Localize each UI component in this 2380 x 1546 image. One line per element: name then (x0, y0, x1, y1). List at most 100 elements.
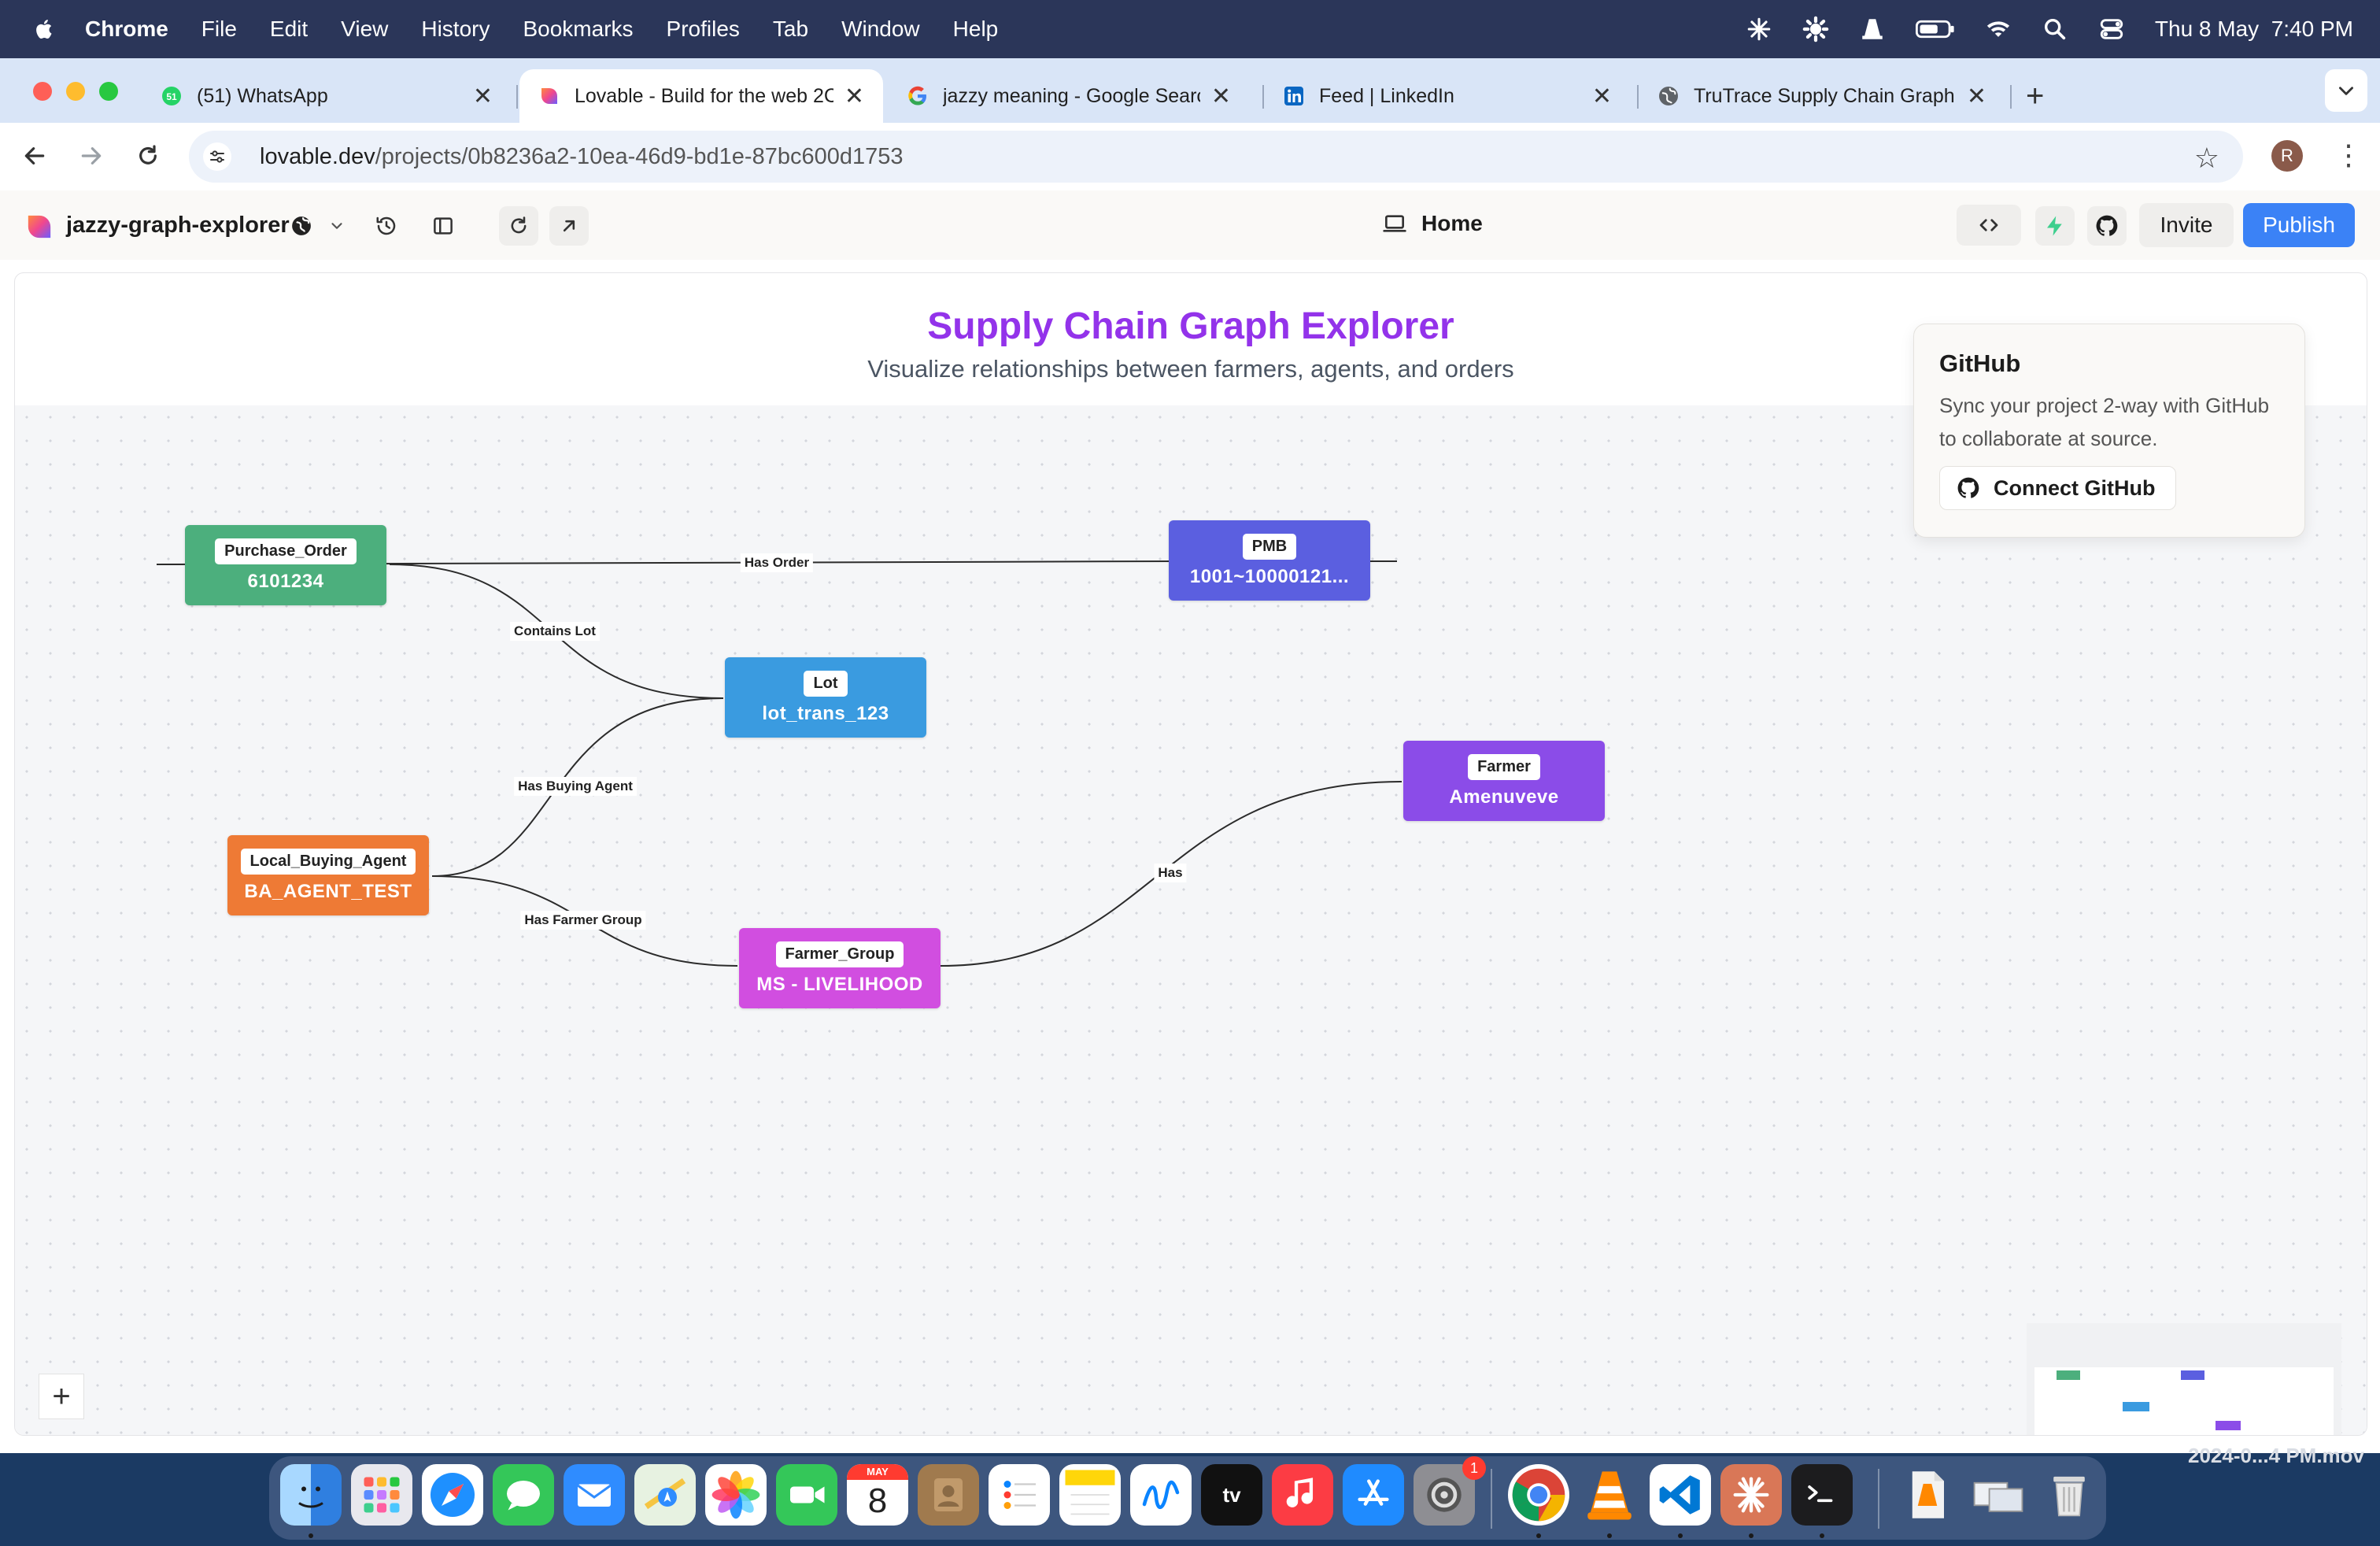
facetime-icon[interactable] (776, 1464, 837, 1526)
github-button[interactable] (2087, 206, 2127, 246)
connect-github-button[interactable]: Connect GitHub (1939, 466, 2177, 510)
terminal-icon[interactable] (1791, 1464, 1853, 1526)
lovable-logo-icon[interactable] (25, 213, 54, 241)
tab-google-search[interactable]: jazzy meaning - Google Searc ✕ (888, 69, 1250, 123)
menu-view[interactable]: View (341, 17, 388, 42)
open-in-new-tab-button[interactable] (549, 206, 589, 246)
launchpad-icon[interactable] (351, 1464, 412, 1526)
graph-canvas[interactable]: Has Order Contains Lot Has Buying Agent … (15, 405, 2367, 1435)
profile-avatar[interactable]: R (2271, 140, 2303, 172)
back-button[interactable] (19, 140, 50, 172)
node-local-buying-agent[interactable]: Local_Buying_Agent BA_AGENT_TEST (227, 835, 429, 915)
tab-trutrace[interactable]: TruTrace Supply Chain Graph ✕ (1639, 69, 2005, 123)
sidebar-toggle-icon[interactable] (423, 206, 463, 246)
minimap-viewport (2034, 1367, 2334, 1435)
safari-icon[interactable] (422, 1464, 483, 1526)
messages-icon[interactable] (493, 1464, 554, 1526)
wifi-icon[interactable] (1985, 16, 2012, 43)
control-center-icon[interactable] (2098, 16, 2125, 43)
publish-button[interactable]: Publish (2243, 203, 2355, 247)
invite-button[interactable]: Invite (2139, 203, 2234, 247)
close-tab-icon[interactable]: ✕ (473, 83, 493, 110)
photos-icon[interactable] (705, 1464, 767, 1526)
tab-search-button[interactable] (2325, 69, 2367, 112)
freeform-icon[interactable] (1130, 1464, 1192, 1526)
history-icon[interactable] (367, 206, 406, 246)
notes-icon[interactable] (1059, 1464, 1121, 1526)
bookmark-star-icon[interactable]: ☆ (2194, 142, 2219, 175)
zoom-in-button[interactable]: + (39, 1374, 84, 1419)
menu-window[interactable]: Window (841, 17, 920, 42)
code-view-button[interactable] (1957, 205, 2021, 246)
new-tab-button[interactable]: + (2026, 79, 2044, 114)
menu-history[interactable]: History (421, 17, 490, 42)
window-controls (33, 82, 118, 101)
tab-lovable[interactable]: Lovable - Build for the web 2C ✕ (519, 69, 883, 123)
menu-edit[interactable]: Edit (270, 17, 308, 42)
music-icon[interactable] (1272, 1464, 1333, 1526)
zoom-window-button[interactable] (99, 82, 118, 101)
url-text[interactable]: lovable.dev/projects/0b8236a2-10ea-46d9-… (260, 144, 904, 170)
graph-minimap[interactable] (2027, 1323, 2341, 1435)
menu-help[interactable]: Help (953, 17, 999, 42)
refresh-preview-button[interactable] (499, 206, 538, 246)
chrome-icon[interactable] (1508, 1464, 1569, 1526)
node-type-badge: Farmer (1468, 753, 1540, 780)
tab-linkedin[interactable]: Feed | LinkedIn ✕ (1264, 69, 1631, 123)
menu-app-name[interactable]: Chrome (85, 17, 168, 42)
apple-tv-icon[interactable]: tv (1201, 1464, 1262, 1526)
screenshots-stack-icon[interactable] (1968, 1464, 2029, 1526)
finder-icon[interactable] (280, 1464, 342, 1526)
trash-icon[interactable] (2038, 1464, 2100, 1526)
node-farmer[interactable]: Farmer Amenuveve (1403, 741, 1605, 821)
close-tab-icon[interactable]: ✕ (844, 83, 864, 110)
spotlight-search-icon[interactable] (2042, 16, 2068, 43)
url-path: /projects/0b8236a2-10ea-46d9-bd1e-87bc60… (375, 143, 904, 169)
address-bar[interactable]: lovable.dev/projects/0b8236a2-10ea-46d9-… (189, 131, 2243, 183)
menu-profiles[interactable]: Profiles (667, 17, 740, 42)
project-menu-chevron-icon[interactable] (321, 206, 353, 246)
node-value: MS - LIVELIHOOD (756, 973, 923, 995)
chevron-down-icon (2339, 87, 2353, 95)
vscode-icon[interactable] (1650, 1464, 1711, 1526)
close-window-button[interactable] (33, 82, 52, 101)
menu-tab[interactable]: Tab (773, 17, 808, 42)
apple-icon[interactable] (33, 16, 57, 43)
gear-status-icon[interactable] (1802, 16, 1829, 43)
site-settings-icon[interactable] (203, 142, 231, 171)
tab-whatsapp[interactable]: 51 (51) WhatsApp ✕ (142, 69, 512, 123)
svg-text:51: 51 (166, 91, 177, 102)
menubar-clock[interactable]: Thu 8 May 7:40 PM (2155, 17, 2353, 42)
menu-bookmarks[interactable]: Bookmarks (523, 17, 633, 42)
browser-menu-icon[interactable]: ⋮ (2334, 139, 2363, 172)
node-lot[interactable]: Lot lot_trans_123 (725, 657, 926, 738)
mkv-file-icon[interactable] (1897, 1464, 1958, 1526)
minimap-node (2057, 1370, 2080, 1380)
vlc-icon[interactable] (1579, 1464, 1640, 1526)
calendar-icon[interactable]: MAY 8 (847, 1464, 908, 1526)
node-farmer-group[interactable]: Farmer_Group MS - LIVELIHOOD (739, 928, 941, 1008)
preview-page-selector[interactable]: Home (1382, 211, 1483, 236)
close-tab-icon[interactable]: ✕ (1592, 83, 1612, 110)
reminders-icon[interactable] (989, 1464, 1050, 1526)
node-pmb[interactable]: PMB 1001~10000121... (1169, 520, 1370, 601)
claude-app-icon[interactable] (1720, 1464, 1782, 1526)
desktop-file-label[interactable]: 2024-0...4 PM.mov (2188, 1444, 2364, 1468)
app-store-icon[interactable] (1343, 1464, 1404, 1526)
reload-button[interactable] (132, 140, 164, 172)
close-tab-icon[interactable]: ✕ (1967, 83, 1986, 110)
close-tab-icon[interactable]: ✕ (1211, 83, 1231, 110)
mail-icon[interactable] (564, 1464, 625, 1526)
claude-status-icon[interactable] (1746, 16, 1772, 43)
contacts-icon[interactable] (918, 1464, 979, 1526)
battery-icon[interactable] (1915, 16, 1955, 43)
project-name[interactable]: jazzy-graph-explorer (66, 213, 290, 239)
node-purchase-order[interactable]: Purchase_Order 6101234 (185, 525, 386, 605)
minimize-window-button[interactable] (66, 82, 85, 101)
globe-visibility-icon[interactable] (282, 206, 321, 246)
supabase-button[interactable] (2035, 206, 2075, 246)
maps-icon[interactable] (634, 1464, 696, 1526)
forward-button[interactable] (76, 140, 107, 172)
vlc-status-icon[interactable] (1859, 16, 1886, 43)
menu-file[interactable]: File (201, 17, 237, 42)
